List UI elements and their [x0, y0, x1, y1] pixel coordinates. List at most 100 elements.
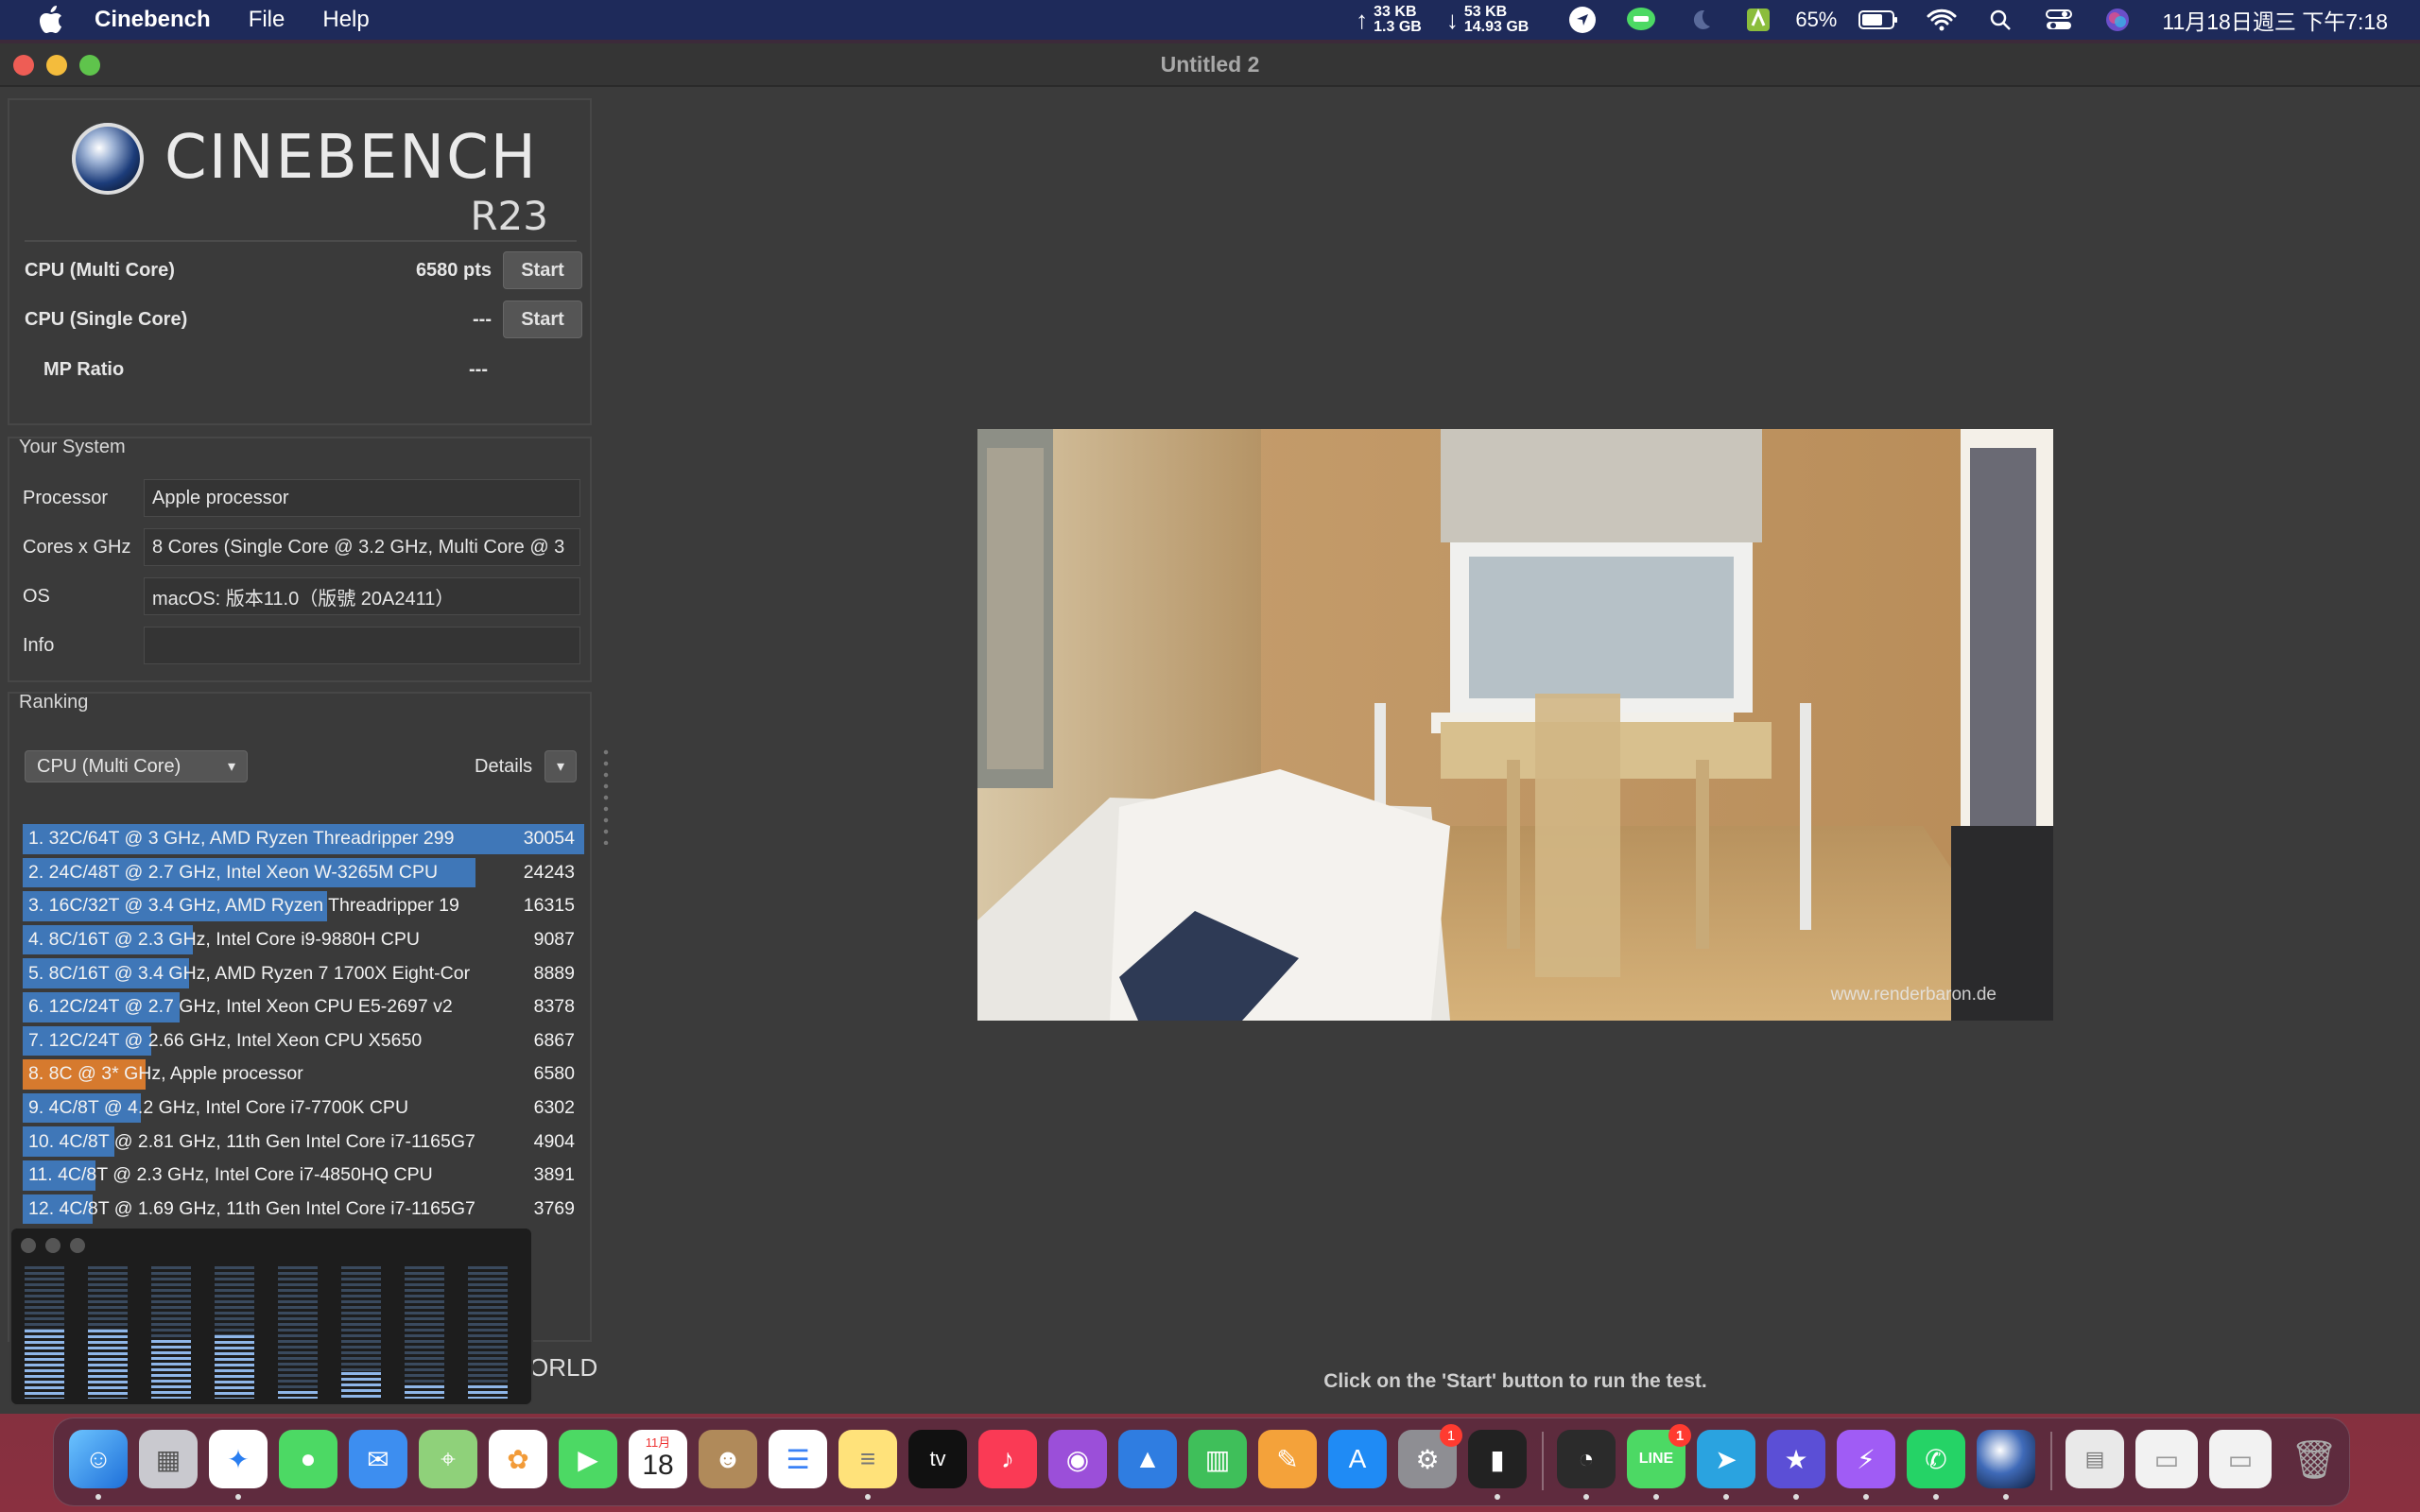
- imovie-icon[interactable]: ★: [1767, 1430, 1825, 1500]
- cores-row: Cores x GHz 8 Cores (Single Core @ 3.2 G…: [23, 527, 580, 567]
- html-file-icon[interactable]: ▤: [2066, 1430, 2124, 1488]
- trash-icon[interactable]: 🗑: [2285, 1430, 2343, 1488]
- ranking-row-label: 11. 4C/8T @ 2.3 GHz, Intel Core i7-4850H…: [28, 1164, 433, 1186]
- pages-icon[interactable]: ✎: [1258, 1430, 1317, 1488]
- network-upload[interactable]: ↑ 33 KB 1.3 GB: [1356, 5, 1422, 35]
- ranking-row[interactable]: 9. 4C/8T @ 4.2 GHz, Intel Core i7-7700K …: [23, 1091, 584, 1125]
- whatsapp-icon[interactable]: ✆: [1907, 1430, 1965, 1500]
- apple-menu-icon[interactable]: [32, 0, 70, 40]
- mail-icon[interactable]: ✉: [349, 1430, 407, 1488]
- ranking-row[interactable]: 11. 4C/8T @ 2.3 GHz, Intel Core i7-4850H…: [23, 1159, 584, 1193]
- app-menu[interactable]: Cinebench: [95, 7, 211, 33]
- line-icon[interactable]: LINE 1: [1627, 1424, 1691, 1500]
- cores-field[interactable]: 8 Cores (Single Core @ 3.2 GHz, Multi Co…: [144, 528, 580, 566]
- reminders-icon[interactable]: ☰: [769, 1430, 827, 1488]
- messenger-icon[interactable]: ⚡: [1837, 1430, 1895, 1500]
- info-field[interactable]: [144, 627, 580, 664]
- notes-icon[interactable]: ≡: [838, 1430, 897, 1500]
- calendar-icon[interactable]: 11月 18: [629, 1430, 687, 1488]
- apple-tv-icon[interactable]: tv: [908, 1430, 967, 1488]
- meter-minimize-button[interactable]: [45, 1238, 60, 1253]
- help-menu[interactable]: Help: [322, 7, 369, 33]
- file-menu[interactable]: File: [249, 7, 285, 33]
- messages-icon[interactable]: ●: [279, 1430, 337, 1488]
- activity-monitor-icon[interactable]: ▮: [1468, 1430, 1527, 1500]
- ranking-row[interactable]: 1. 32C/64T @ 3 GHz, AMD Ryzen Threadripp…: [23, 822, 584, 856]
- moon-icon[interactable]: [1684, 4, 1716, 36]
- os-field[interactable]: macOS: 版本11.0（版號 20A2411）: [144, 577, 580, 615]
- single-core-start-button[interactable]: Start: [503, 301, 582, 338]
- ranking-row[interactable]: 3. 16C/32T @ 3.4 GHz, AMD Ryzen Threadri…: [23, 889, 584, 923]
- dock: ☺ ▦ ✦ ● ✉ ⌖ ✿ ▶ 11月 18 ☻ ☰ ≡ tv ♪ ◉ ▲ ▥ …: [53, 1418, 2350, 1506]
- meter-close-button[interactable]: [21, 1238, 36, 1253]
- siri-icon[interactable]: [2101, 4, 2134, 36]
- battery-icon[interactable]: [1858, 4, 1899, 36]
- ranking-row-label: 6. 12C/24T @ 2.7 GHz, Intel Xeon CPU E5-…: [28, 996, 453, 1018]
- keynote-icon[interactable]: ▲: [1118, 1430, 1177, 1488]
- multi-core-start-button[interactable]: Start: [503, 251, 582, 289]
- details-dropdown-button[interactable]: ▾: [544, 750, 577, 782]
- facetime-icon[interactable]: ▶: [559, 1430, 617, 1488]
- download-total: 14.93 GB: [1463, 19, 1530, 35]
- close-button[interactable]: [13, 55, 34, 76]
- ranking-row[interactable]: 7. 12C/24T @ 2.66 GHz, Intel Xeon CPU X5…: [23, 1024, 584, 1058]
- ranking-select[interactable]: CPU (Multi Core) ▾: [25, 750, 248, 782]
- upload-total: 1.3 GB: [1374, 19, 1422, 35]
- logo-title: CINEBENCH: [164, 123, 538, 193]
- cinebench-logo-icon: [72, 123, 144, 195]
- calendar-month: 11月: [645, 1435, 671, 1450]
- panel-resize-handle[interactable]: [603, 747, 609, 845]
- network-download[interactable]: ↓ 53 KB 14.93 GB: [1446, 5, 1529, 35]
- ranking-row-label: 12. 4C/8T @ 1.69 GHz, 11th Gen Intel Cor…: [28, 1197, 475, 1219]
- upload-rate: 33 KB: [1374, 4, 1417, 20]
- telegram-icon[interactable]: ➤: [1697, 1430, 1755, 1500]
- music-icon[interactable]: ♪: [978, 1430, 1037, 1488]
- ranking-row[interactable]: 10. 4C/8T @ 2.81 GHz, 11th Gen Intel Cor…: [23, 1125, 584, 1159]
- title-bar[interactable]: Untitled 2: [0, 43, 2420, 87]
- contacts-icon[interactable]: ☻: [699, 1430, 757, 1488]
- app-status-icon[interactable]: [1742, 4, 1774, 36]
- cinebench-dock-icon[interactable]: [1977, 1430, 2035, 1500]
- search-icon[interactable]: [1984, 4, 2016, 36]
- ranking-row[interactable]: 5. 8C/16T @ 3.4 GHz, AMD Ryzen 7 1700X E…: [23, 956, 584, 990]
- meter-zoom-button[interactable]: [70, 1238, 85, 1253]
- cpu-core-bar: [151, 1266, 191, 1399]
- maps-icon[interactable]: ⌖: [419, 1430, 477, 1488]
- ranking-row-score: 16315: [523, 895, 575, 917]
- ranking-row[interactable]: 6. 12C/24T @ 2.7 GHz, Intel Xeon CPU E5-…: [23, 990, 584, 1024]
- multi-core-score: 6580 pts: [415, 259, 492, 281]
- menu-clock[interactable]: 11月18日週三 下午7:18: [2162, 4, 2388, 36]
- control-center-icon[interactable]: [2043, 4, 2075, 36]
- ranking-row[interactable]: 4. 8C/16T @ 2.3 GHz, Intel Core i9-9880H…: [23, 923, 584, 957]
- launchpad-icon[interactable]: ▦: [139, 1430, 198, 1488]
- finder-icon[interactable]: ☺: [69, 1430, 128, 1500]
- ranking-row[interactable]: 2. 24C/48T @ 2.7 GHz, Intel Xeon W-3265M…: [23, 856, 584, 890]
- wifi-icon[interactable]: [1926, 4, 1958, 36]
- download-arrow-icon: ↓: [1445, 5, 1459, 34]
- processor-field[interactable]: Apple processor: [144, 479, 580, 517]
- minimize-button[interactable]: [46, 55, 67, 76]
- ranking-row-score: 8889: [533, 962, 575, 984]
- system-preferences-icon[interactable]: ⚙ 1: [1398, 1424, 1462, 1488]
- location-arrow-icon[interactable]: [1566, 4, 1599, 36]
- screenshot-stack-icon[interactable]: ▭: [2209, 1430, 2272, 1488]
- zoom-button[interactable]: [79, 55, 100, 76]
- ranking-select-value: CPU (Multi Core): [37, 755, 182, 777]
- numbers-icon[interactable]: ▥: [1188, 1430, 1247, 1488]
- document-stack-icon[interactable]: ▭: [2135, 1430, 2198, 1488]
- line-app-icon[interactable]: [1625, 4, 1657, 36]
- app-store-icon[interactable]: A: [1328, 1430, 1387, 1488]
- podcasts-icon[interactable]: ◉: [1048, 1430, 1107, 1488]
- safari-icon[interactable]: ✦: [209, 1430, 268, 1500]
- ranking-row-label: 3. 16C/32T @ 3.4 GHz, AMD Ryzen Threadri…: [28, 895, 459, 917]
- ranking-row-label: 9. 4C/8T @ 4.2 GHz, Intel Core i7-7700K …: [28, 1097, 409, 1119]
- render-watermark: www.renderbaron.de: [1830, 985, 1996, 1005]
- ranking-row[interactable]: 8. 8C @ 3* GHz, Apple processor 6580: [23, 1057, 584, 1091]
- logo-version: R23: [470, 193, 548, 239]
- speedometer-icon[interactable]: ◔: [1557, 1430, 1616, 1500]
- notification-badge: 1: [1668, 1424, 1691, 1447]
- cpu-core-load: [25, 1330, 64, 1399]
- photos-icon[interactable]: ✿: [489, 1430, 547, 1488]
- cpu-meter-window[interactable]: [9, 1227, 533, 1406]
- ranking-row[interactable]: 12. 4C/8T @ 1.69 GHz, 11th Gen Intel Cor…: [23, 1193, 584, 1227]
